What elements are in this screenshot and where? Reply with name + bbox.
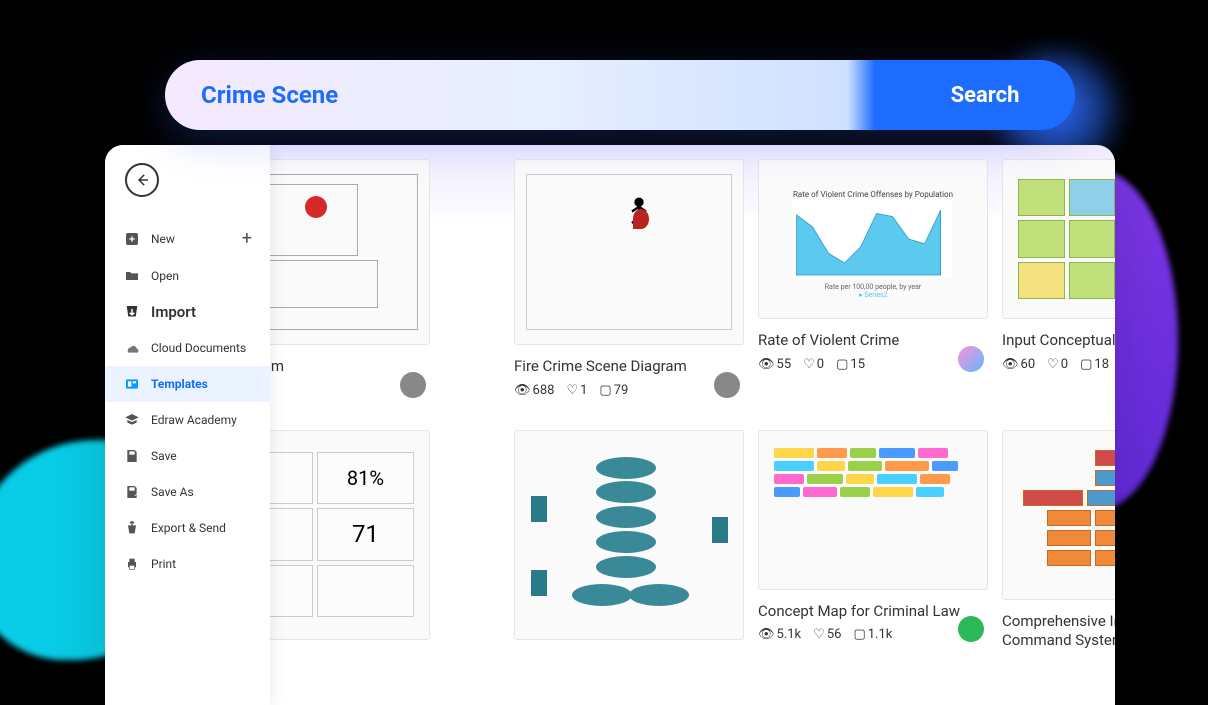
template-stats: 👁60 ♡0 ▢18 xyxy=(1002,357,1115,372)
template-card[interactable]: ene Diagram ▢76 xyxy=(270,159,430,398)
sidebar-item-label: Open xyxy=(151,269,179,283)
template-stats: 👁55 ♡0 ▢15 xyxy=(758,357,988,372)
sidebar-item-label: Print xyxy=(151,557,176,571)
template-card[interactable]: 81%71 xyxy=(270,430,430,657)
save-as-icon xyxy=(123,483,141,501)
sidebar-item-label: Import xyxy=(151,303,196,321)
search-bar: Crime Scene Search xyxy=(165,60,1075,130)
sidebar-item-academy[interactable]: Edraw Academy xyxy=(105,402,270,438)
sidebar-item-label: Save xyxy=(151,449,177,463)
folder-icon xyxy=(123,267,141,285)
academy-icon xyxy=(123,411,141,429)
template-card[interactable]: Comprehensive Incident Command System Or… xyxy=(1002,430,1115,657)
search-input[interactable]: Crime Scene xyxy=(201,81,895,109)
template-stats: 👁5.1k ♡56 ▢1.1k xyxy=(758,627,988,642)
template-thumbnail xyxy=(1002,430,1115,600)
sidebar-item-export[interactable]: Export & Send xyxy=(105,510,270,546)
sidebar-item-label: Cloud Documents xyxy=(151,341,246,355)
heart-icon: ♡ xyxy=(813,627,825,642)
copy-icon: ▢ xyxy=(853,627,865,642)
templates-icon xyxy=(123,375,141,393)
print-icon xyxy=(123,555,141,573)
eye-icon: 👁 xyxy=(1002,357,1019,372)
template-card[interactable] xyxy=(514,430,744,657)
eye-icon: 👁 xyxy=(758,357,775,372)
author-avatar[interactable] xyxy=(714,372,740,398)
sidebar-item-label: Edraw Academy xyxy=(151,413,237,427)
eye-icon: 👁 xyxy=(758,627,775,642)
sidebar-item-templates[interactable]: Templates xyxy=(105,366,270,402)
copy-icon: ▢ xyxy=(836,357,848,372)
sidebar-item-label: Templates xyxy=(151,377,208,391)
template-card[interactable]: Rate of Violent Crime Offenses by Popula… xyxy=(758,159,988,398)
rate-chart: Rate of Violent Crime Offenses by Popula… xyxy=(770,184,975,295)
add-icon[interactable]: + xyxy=(242,228,252,249)
template-stats: 👁688 ♡1 ▢79 xyxy=(514,383,744,398)
back-button[interactable] xyxy=(125,163,159,197)
template-title: Concept Map for Criminal Law xyxy=(758,602,988,622)
copy-icon: ▢ xyxy=(1080,357,1092,372)
template-thumbnail: 81%71 xyxy=(270,430,430,640)
author-avatar[interactable] xyxy=(958,616,984,642)
sidebar-item-label: Save As xyxy=(151,485,194,499)
sidebar-item-save[interactable]: Save xyxy=(105,438,270,474)
heart-icon: ♡ xyxy=(803,357,815,372)
export-icon xyxy=(123,519,141,537)
template-thumbnail: Rate of Violent Crime Offenses by Popula… xyxy=(758,159,988,319)
save-icon xyxy=(123,447,141,465)
template-thumbnail xyxy=(514,430,744,640)
templates-grid: ene Diagram ▢76 Fire Crime Scene Diagram… xyxy=(270,159,1115,705)
template-title: Fire Crime Scene Diagram xyxy=(514,357,744,377)
arrow-left-icon xyxy=(133,171,151,189)
template-title: Comprehensive Incident Command System Or… xyxy=(1002,612,1115,651)
sidebar-item-open[interactable]: Open xyxy=(105,258,270,294)
sidebar-item-print[interactable]: Print xyxy=(105,546,270,582)
template-thumbnail xyxy=(514,159,744,345)
template-thumbnail xyxy=(758,430,988,590)
author-avatar[interactable] xyxy=(400,372,426,398)
template-title: Rate of Violent Crime xyxy=(758,331,988,351)
sidebar-item-import[interactable]: Import xyxy=(105,294,270,330)
app-window: New + Open Import Cloud Documents Templa… xyxy=(105,145,1115,705)
search-button[interactable]: Search xyxy=(895,60,1075,130)
sidebar: New + Open Import Cloud Documents Templa… xyxy=(105,145,270,705)
sidebar-item-label: Export & Send xyxy=(151,521,226,535)
template-card[interactable]: Fire Crime Scene Diagram 👁688 ♡1 ▢79 xyxy=(514,159,744,398)
template-card[interactable]: Input Conceptual Framew 👁60 ♡0 ▢18 xyxy=(1002,159,1115,398)
heart-icon: ♡ xyxy=(566,383,578,398)
sidebar-item-cloud[interactable]: Cloud Documents xyxy=(105,330,270,366)
sidebar-item-saveas[interactable]: Save As xyxy=(105,474,270,510)
plus-square-icon xyxy=(123,230,141,248)
sidebar-item-new[interactable]: New + xyxy=(105,219,270,258)
heart-icon: ♡ xyxy=(1047,357,1059,372)
author-avatar[interactable] xyxy=(958,346,984,372)
import-icon xyxy=(123,303,141,321)
copy-icon: ▢ xyxy=(599,383,611,398)
template-thumbnail xyxy=(1002,159,1115,319)
template-title: Input Conceptual Framew xyxy=(1002,331,1115,351)
template-card[interactable]: Concept Map for Criminal Law 👁5.1k ♡56 ▢… xyxy=(758,430,988,657)
eye-icon: 👁 xyxy=(514,383,531,398)
cloud-icon xyxy=(123,339,141,357)
template-thumbnail xyxy=(270,159,430,345)
sidebar-item-label: New xyxy=(151,232,175,246)
